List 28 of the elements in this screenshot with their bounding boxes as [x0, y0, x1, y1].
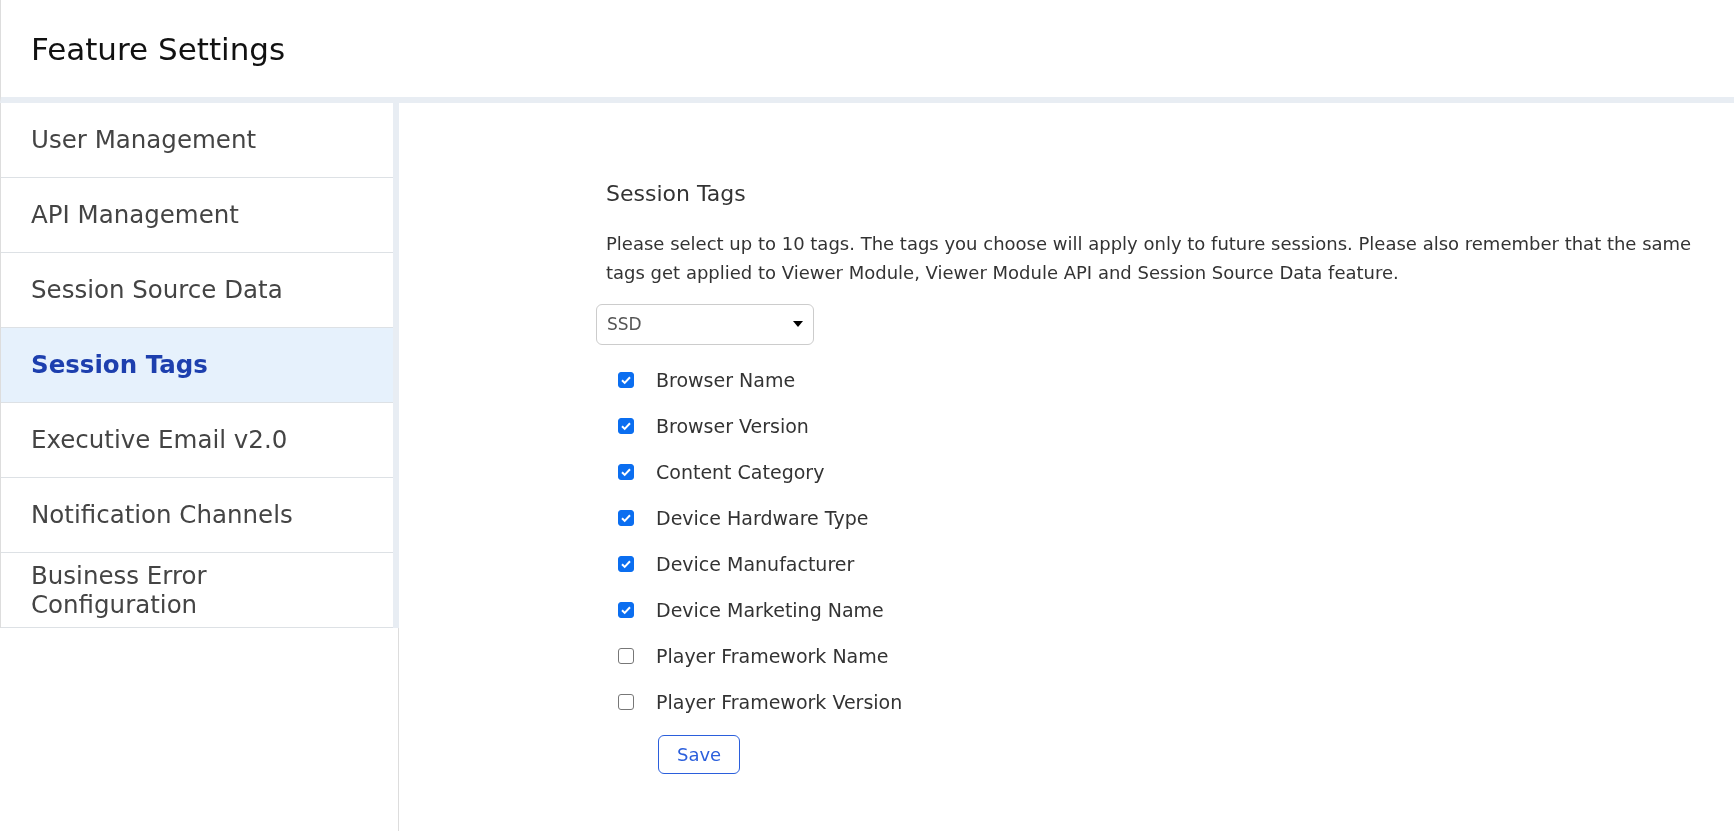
page-title: Feature Settings: [31, 30, 286, 67]
checkbox[interactable]: [618, 601, 634, 618]
tag-label: Device Marketing Name: [656, 598, 884, 621]
caret-icon: [793, 321, 803, 328]
tag-label: Browser Version: [656, 414, 809, 437]
tag-label: Content Category: [656, 460, 825, 483]
sidebar-item[interactable]: API Management: [1, 178, 393, 253]
tag-label: Browser Name: [656, 368, 796, 391]
sidebar-item[interactable]: Executive Email v2.0: [1, 403, 393, 478]
checkbox[interactable]: [618, 555, 634, 572]
tag-label: Player Framework Name: [656, 644, 889, 667]
description-text: Please select up to 10 tags. The tags you choose will apply only to future sessions. Please also remember that the same tags get applied to Viewer Module, Viewer Module API and Session Source Data feature.: [606, 232, 1693, 285]
sidebar-item[interactable]: User Management: [1, 103, 393, 178]
tag-label: Device Hardware Type: [656, 506, 869, 529]
checkbox[interactable]: [618, 647, 634, 664]
tag-source-dropdown[interactable]: SSD: [596, 303, 814, 345]
sidebar-item[interactable]: Session Tags: [1, 328, 393, 403]
sidebar-item[interactable]: Business Error Configuration: [1, 553, 393, 628]
checkbox[interactable]: [618, 693, 634, 710]
tag-label: Player Framework Version: [656, 690, 903, 713]
section-title: Session Tags: [606, 181, 747, 206]
save-button[interactable]: Save: [658, 734, 741, 774]
checkbox[interactable]: [618, 417, 634, 434]
checkbox[interactable]: [618, 371, 634, 388]
sidebar-item[interactable]: Notification Channels: [1, 478, 393, 553]
checkbox[interactable]: [618, 509, 634, 526]
tag-label: Device Manufacturer: [656, 552, 855, 575]
checkbox[interactable]: [618, 463, 634, 480]
